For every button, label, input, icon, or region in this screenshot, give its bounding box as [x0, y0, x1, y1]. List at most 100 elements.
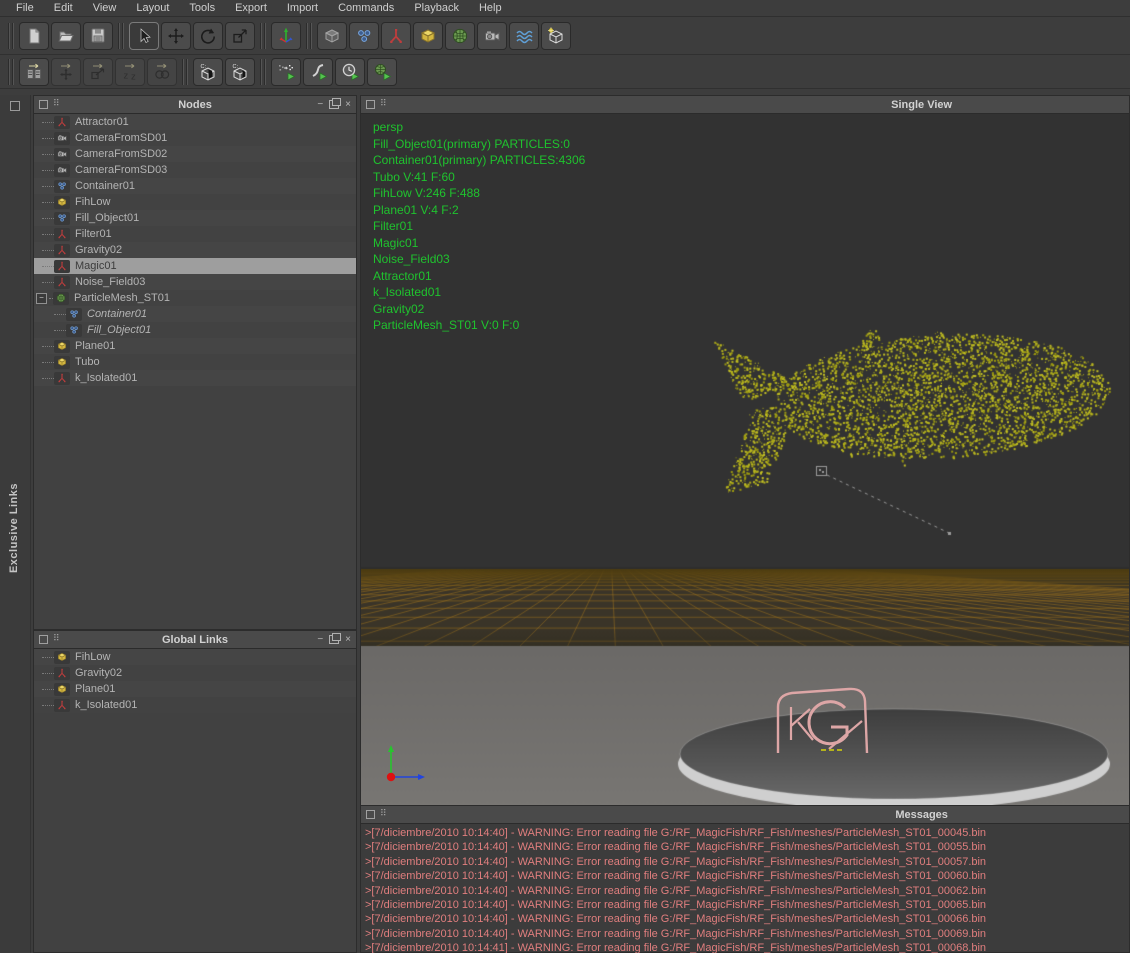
simulate-particles-button[interactable] [271, 58, 301, 86]
add-mesh-button[interactable] [445, 22, 475, 50]
select-tool-button[interactable] [129, 22, 159, 50]
node-label: Plane01 [75, 683, 116, 695]
menu-view[interactable]: View [83, 1, 127, 15]
scale-tool-button[interactable] [225, 22, 255, 50]
add-camera-button[interactable] [477, 22, 507, 50]
hud-line: k_Isolated01 [373, 285, 442, 299]
tree-twig [54, 329, 66, 331]
tree-twig [42, 265, 54, 267]
node-row-magic01[interactable]: Magic01 [34, 258, 356, 274]
copy-table-button[interactable] [19, 58, 49, 86]
gizmo-tool-button[interactable] [271, 22, 301, 50]
menu-help[interactable]: Help [469, 1, 512, 15]
add-null-button[interactable] [317, 22, 347, 50]
viewport-3d[interactable]: persp Fill_Object01(primary) PARTICLES:0 C… [361, 114, 1129, 805]
menu-export[interactable]: Export [225, 1, 277, 15]
global-link-row-k_isolated01[interactable]: k_Isolated01 [34, 697, 356, 713]
camera-icon [54, 131, 70, 145]
global-link-row-fihlow[interactable]: FihLow [34, 649, 356, 665]
panel-float-icon[interactable] [366, 100, 375, 109]
nodes-tree: Attractor01 CameraFromSD01 CameraFromSD02 C… [34, 114, 356, 386]
tree-twig [42, 281, 54, 283]
hud-line: persp [373, 120, 404, 134]
cube-yellow-icon [54, 650, 70, 664]
rotate-tool-button[interactable] [193, 22, 223, 50]
add-realwave-button[interactable] [509, 22, 539, 50]
axis-indicator-icon [386, 745, 425, 782]
open-scene-button[interactable] [51, 22, 81, 50]
node-row-filter01[interactable]: Filter01 [34, 226, 356, 242]
global-link-row-plane01[interactable]: Plane01 [34, 681, 356, 697]
warning-line: >[7/diciembre/2010 10:14:40] - WARNING: … [365, 884, 987, 897]
select-icon [140, 28, 151, 43]
main-toolbar [0, 18, 1130, 55]
add-daemon-button[interactable] [381, 22, 411, 50]
cache-right-button[interactable]: C: [225, 58, 255, 86]
panel-float-icon[interactable] [366, 810, 375, 819]
menu-edit[interactable]: Edit [44, 1, 83, 15]
toolbar-separator [182, 59, 188, 85]
node-row-fill_object01[interactable]: Fill_Object01 [34, 322, 356, 338]
node-label: Gravity02 [75, 244, 123, 256]
new-scene-button[interactable] [19, 22, 49, 50]
hud-line: Plane01 V:4 F:2 [373, 202, 459, 217]
node-label: ParticleMesh_ST01 [74, 292, 170, 304]
node-row-attractor01[interactable]: Attractor01 [34, 114, 356, 130]
panel-dock-icon[interactable] [10, 101, 20, 111]
simulate-curve-button[interactable] [303, 58, 333, 86]
daemon-icon [54, 666, 70, 680]
add-domain-button[interactable] [541, 22, 571, 50]
copy-scale-button[interactable] [83, 58, 113, 86]
copy-z-button[interactable]: zz [115, 58, 145, 86]
node-row-noise_field03[interactable]: Noise_Field03 [34, 274, 356, 290]
float-window-button[interactable] [329, 633, 342, 644]
node-row-container01[interactable]: Container01 [34, 306, 356, 322]
menu-tools[interactable]: Tools [179, 1, 225, 15]
menu-import[interactable]: Import [277, 1, 328, 15]
panel-grid-icon[interactable]: ⠿ [380, 810, 387, 819]
copy-move-button[interactable] [51, 58, 81, 86]
add-particles-button[interactable] [349, 22, 379, 50]
simulate-mesh-button[interactable] [367, 58, 397, 86]
move-tool-button[interactable] [161, 22, 191, 50]
simulate-timed-button[interactable] [335, 58, 365, 86]
menu-file[interactable]: File [6, 1, 44, 15]
node-row-fill_object01[interactable]: Fill_Object01 [34, 210, 356, 226]
hud-line: Magic01 [373, 235, 419, 250]
node-row-camerafromsd02[interactable]: CameraFromSD02 [34, 146, 356, 162]
global-links-header: ⠿ Global Links − × [34, 631, 356, 649]
particles-icon [66, 307, 82, 321]
float-window-button[interactable] [329, 98, 342, 109]
exclusive-links-tab[interactable]: Exclusive Links [8, 483, 20, 573]
toolbar-separator [8, 23, 14, 49]
tree-twig [42, 377, 54, 379]
node-row-fihlow[interactable]: FihLow [34, 194, 356, 210]
node-label: Plane01 [75, 340, 116, 352]
menu-commands[interactable]: Commands [328, 1, 404, 15]
menu-layout[interactable]: Layout [126, 1, 179, 15]
node-row-container01[interactable]: Container01 [34, 178, 356, 194]
menu-playback[interactable]: Playback [404, 1, 469, 15]
copy-rings-button[interactable] [147, 58, 177, 86]
sphere-green-icon [53, 291, 69, 305]
cube-gray-icon [324, 29, 340, 43]
node-row-tubo[interactable]: Tubo [34, 354, 356, 370]
node-row-gravity02[interactable]: Gravity02 [34, 242, 356, 258]
expander-icon[interactable]: − [36, 292, 47, 304]
global-link-row-gravity02[interactable]: Gravity02 [34, 665, 356, 681]
panel-grid-icon[interactable]: ⠿ [380, 100, 387, 109]
node-row-camerafromsd03[interactable]: CameraFromSD03 [34, 162, 356, 178]
node-row-plane01[interactable]: Plane01 [34, 338, 356, 354]
viewport-header: ⠿ Single View [361, 96, 1129, 114]
cache-left-button[interactable]: C: [193, 58, 223, 86]
copy-zz-icon: zz [124, 63, 136, 82]
svg-text:z: z [124, 71, 129, 82]
add-object-button[interactable] [413, 22, 443, 50]
cache2-icon: C: [233, 64, 247, 81]
warning-line: >[7/diciembre/2010 10:14:40] - WARNING: … [365, 870, 987, 883]
sim-clock-icon [342, 63, 360, 81]
save-scene-button[interactable] [83, 22, 113, 50]
node-row-camerafromsd01[interactable]: CameraFromSD01 [34, 130, 356, 146]
node-row-k_isolated01[interactable]: k_Isolated01 [34, 370, 356, 386]
node-row-particlemesh_st01[interactable]: − ParticleMesh_ST01 [34, 290, 356, 306]
